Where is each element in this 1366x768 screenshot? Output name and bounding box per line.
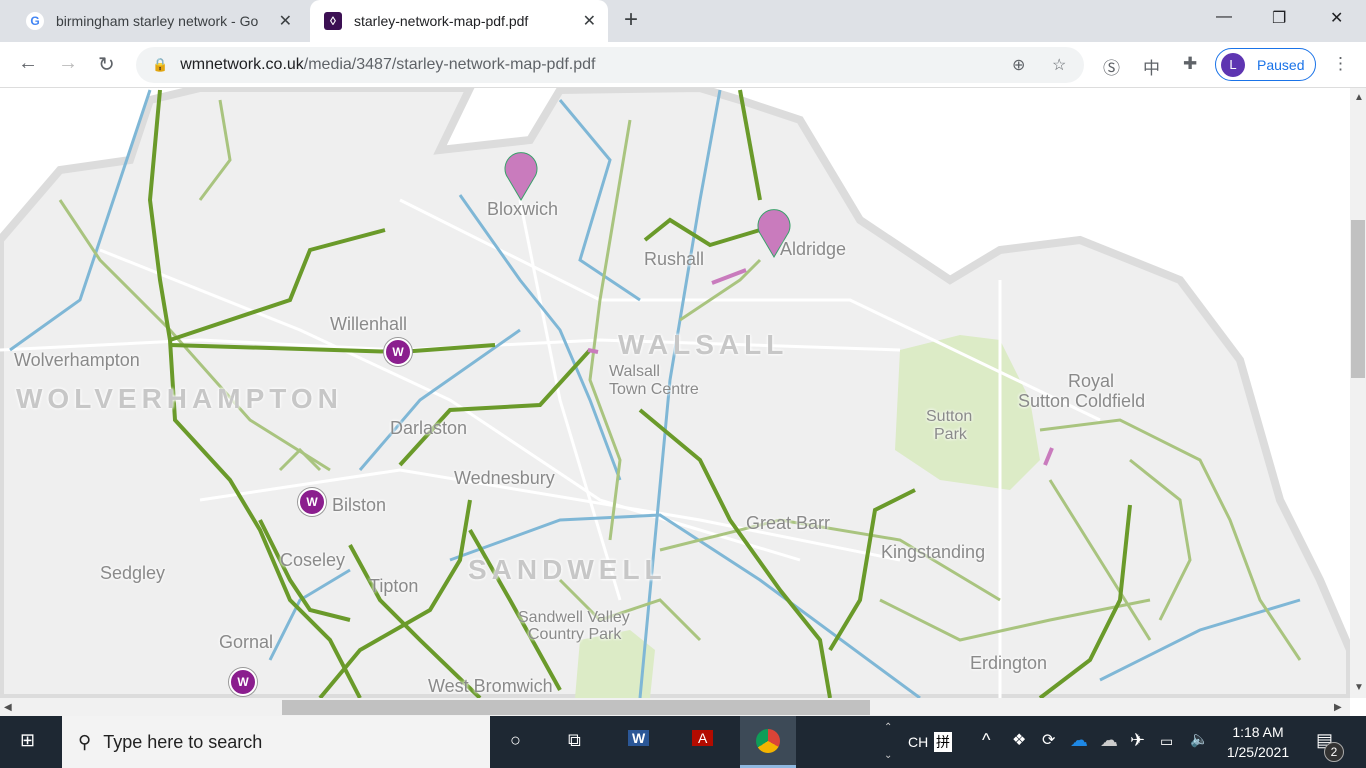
address-bar[interactable]: 🔒 wmnetwork.co.uk/media/3487/starley-net…: [136, 47, 1084, 83]
pdf-map-view[interactable]: Bloxwich Rushall Aldridge WALSALL Willen…: [0, 88, 1350, 698]
zoom-icon[interactable]: ⊕: [1012, 55, 1025, 75]
place-label: Bilston: [332, 495, 387, 515]
place-label: Kingstanding: [881, 542, 986, 562]
place-label: Aldridge: [780, 239, 847, 259]
url-path: /media/3487/starley-network-map-pdf.pdf: [303, 56, 596, 73]
place-label: Sandwell Valley: [518, 609, 630, 626]
forward-button[interactable]: →: [58, 52, 78, 75]
place-label: Tipton: [369, 576, 419, 596]
place-label: Park: [934, 426, 967, 443]
station-marker: W: [384, 338, 412, 366]
tab-bar: G birmingham starley network - Go ✕ ◊ st…: [0, 0, 1366, 42]
district-label: SANDWELL: [468, 554, 667, 585]
restore-button[interactable]: ❐: [1272, 8, 1286, 28]
profile-status: Paused: [1257, 56, 1305, 73]
horizontal-scroll-thumb[interactable]: [282, 700, 870, 715]
browser-toolbar: ← → ↻ 🔒 wmnetwork.co.uk/media/3487/starl…: [0, 42, 1366, 88]
word-icon[interactable]: W: [628, 730, 650, 746]
place-label: Bloxwich: [487, 199, 559, 219]
show-hidden-icons[interactable]: ^: [982, 730, 990, 751]
onedrive-personal-icon[interactable]: ☁: [1100, 730, 1118, 751]
place-label: Country Park: [528, 626, 622, 643]
close-tab-icon[interactable]: ✕: [279, 11, 292, 31]
tab-pdf[interactable]: ◊ starley-network-map-pdf.pdf ✕: [310, 0, 608, 42]
district-label: WOLVERHAMPTON: [16, 383, 343, 414]
place-label: Wolverhampton: [14, 350, 140, 370]
search-icon: ⚲: [78, 731, 92, 752]
back-button[interactable]: ←: [18, 52, 38, 75]
translate-extension-icon[interactable]: 中: [1143, 54, 1160, 79]
tab-title: birmingham starley network - Go: [56, 13, 259, 29]
language-indicator[interactable]: CH: [908, 734, 928, 750]
close-window-button[interactable]: ✕: [1330, 8, 1343, 28]
acrobat-icon[interactable]: A: [692, 730, 714, 746]
ime-indicator[interactable]: 拼: [934, 732, 952, 752]
sync-icon[interactable]: ⟳: [1042, 730, 1055, 750]
place-label: West Bromwich: [428, 676, 553, 696]
close-tab-icon[interactable]: ✕: [583, 11, 596, 31]
scroll-down-arrow[interactable]: ▼: [1354, 682, 1364, 693]
place-label: Darlaston: [390, 418, 468, 438]
search-placeholder: Type here to search: [103, 731, 263, 752]
google-icon: G: [26, 12, 44, 30]
lock-icon: 🔒: [152, 57, 169, 72]
place-label: Sutton: [926, 408, 973, 425]
cortana-icon[interactable]: ○: [510, 730, 521, 751]
scroll-right-arrow[interactable]: ▶: [1334, 702, 1342, 713]
reload-button[interactable]: ↻: [98, 52, 115, 77]
taskbar-search[interactable]: ⚲ Type here to search: [62, 716, 490, 768]
avatar: L: [1221, 52, 1245, 77]
chrome-icon: [756, 729, 780, 753]
station-marker: W: [298, 488, 326, 516]
task-view-icon[interactable]: ⧉: [568, 730, 581, 751]
vertical-scroll-thumb[interactable]: [1351, 220, 1365, 378]
place-label: Walsall: [609, 363, 660, 380]
notification-count-badge: 2: [1324, 742, 1344, 762]
district-label: WALSALL: [618, 329, 789, 360]
menu-icon[interactable]: ⋮: [1332, 54, 1349, 74]
battery-icon[interactable]: ▭: [1160, 733, 1173, 750]
place-label: Sutton Coldfield: [1018, 391, 1146, 411]
windows-start-icon[interactable]: ⊞: [20, 730, 35, 751]
place-label: Town Centre: [609, 381, 699, 398]
volume-icon[interactable]: 🔈: [1190, 730, 1209, 748]
place-label: Willenhall: [330, 314, 408, 334]
place-label: Rushall: [644, 249, 705, 269]
url-host: wmnetwork.co.uk: [180, 56, 304, 73]
chrome-taskbar-button[interactable]: [740, 716, 796, 768]
station-marker: W: [229, 668, 257, 696]
place-label: Wednesbury: [454, 468, 555, 488]
system-clock[interactable]: 1:18 AM 1/25/2021: [1222, 722, 1294, 762]
place-label: Sedgley: [100, 563, 166, 583]
clock-time: 1:18 AM: [1232, 724, 1284, 740]
tab-title: starley-network-map-pdf.pdf: [354, 13, 529, 29]
place-label: Great Barr: [746, 513, 831, 533]
onedrive-icon[interactable]: ☁: [1070, 730, 1088, 751]
place-label: Royal: [1068, 371, 1115, 391]
tab-google-search[interactable]: G birmingham starley network - Go ✕: [14, 0, 304, 42]
place-label: Coseley: [280, 550, 346, 570]
new-tab-button[interactable]: +: [624, 6, 638, 34]
bookmark-star-icon[interactable]: ☆: [1052, 55, 1066, 75]
taskbar-scroll-up[interactable]: ⌃: [884, 722, 892, 733]
place-label: Erdington: [970, 653, 1048, 673]
place-label: Gornal: [219, 632, 274, 652]
extensions-icon[interactable]: ✚: [1183, 54, 1197, 74]
minimize-button[interactable]: —: [1216, 8, 1232, 26]
vertical-scrollbar[interactable]: [1350, 88, 1366, 698]
windows-taskbar: ⊞ ⚲ Type here to search ○ ⧉ W A ⌃ ⌄ CH 拼…: [0, 716, 1366, 768]
wmnetwork-icon: ◊: [324, 12, 342, 30]
dropbox-icon[interactable]: ❖: [1012, 730, 1026, 750]
clock-date: 1/25/2021: [1226, 744, 1290, 760]
profile-button[interactable]: L Paused: [1215, 48, 1316, 81]
scroll-up-arrow[interactable]: ▲: [1354, 92, 1364, 103]
scroll-left-arrow[interactable]: ◀: [4, 702, 12, 713]
airplane-mode-icon[interactable]: ✈: [1130, 730, 1145, 751]
skype-icon[interactable]: Ⓢ: [1103, 54, 1120, 79]
taskbar-scroll-down[interactable]: ⌄: [884, 750, 892, 761]
